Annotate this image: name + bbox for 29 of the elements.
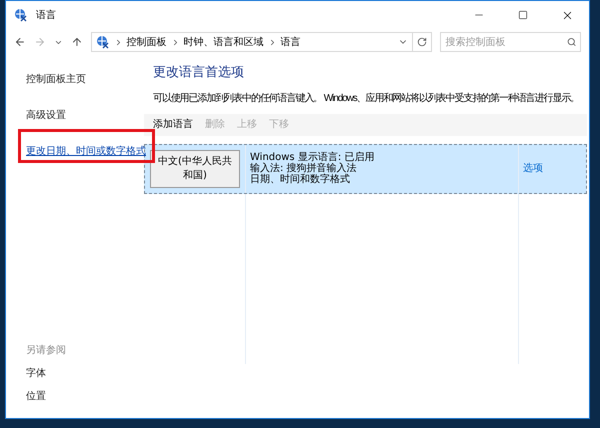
breadcrumb-item[interactable]: 控制面板 [126,34,167,50]
language-detail: 输入法: 搜狗拼音输入法 [250,163,358,174]
maximize-icon [518,10,528,20]
sidebar-link[interactable]: 更改日期、时间或数字格式 [26,146,146,157]
page-heading: 更改语言首选项 [153,64,245,82]
refresh-icon[interactable] [417,37,428,47]
language-name-button[interactable]: 中文(中华人民共和国) [150,150,240,188]
sidebar-link[interactable]: 高级设置 [26,110,66,121]
up-icon[interactable] [70,36,83,48]
see-also-title: 另请参阅 [26,344,67,358]
see-also-link[interactable]: 字体 [26,366,144,381]
search-icon[interactable] [566,37,576,47]
search-input[interactable]: 搜索控制面板 [445,34,567,50]
search-field[interactable]: 搜索控制面板 [440,32,582,52]
options-link[interactable]: 选项 [523,161,543,176]
sidebar-link[interactable]: 控制面板主页 [26,74,86,85]
breadcrumb-item[interactable]: 语言 [280,34,301,50]
language-detail: Windows 显示语言: 已启用 [250,152,376,163]
language-row[interactable]: 中文(中华人民共和国) Windows 显示语言: 已启用 输入法: 搜狗拼音输入法 日期、时间和数字格式 选项 [144,144,587,194]
globe-icon [96,35,110,49]
description-text: 可以使用已添加到列表中的任何语言键入。 Windows、应用和网站将以列表中受支持的第一种语言进行显示。 [153,92,580,106]
language-detail: 日期、时间和数字格式 [250,174,351,185]
address-bar[interactable]: 控制面板 时钟、语言和区域 语言 [90,32,432,52]
back-icon[interactable] [14,36,26,48]
window-title: 语言 [36,8,56,22]
see-also-link[interactable]: 位置 [26,389,144,404]
breadcrumb-item[interactable]: 时钟、语言和区域 [184,34,264,50]
toolbar-button[interactable]: 添加语言 [153,117,193,132]
globe-icon [14,8,28,22]
